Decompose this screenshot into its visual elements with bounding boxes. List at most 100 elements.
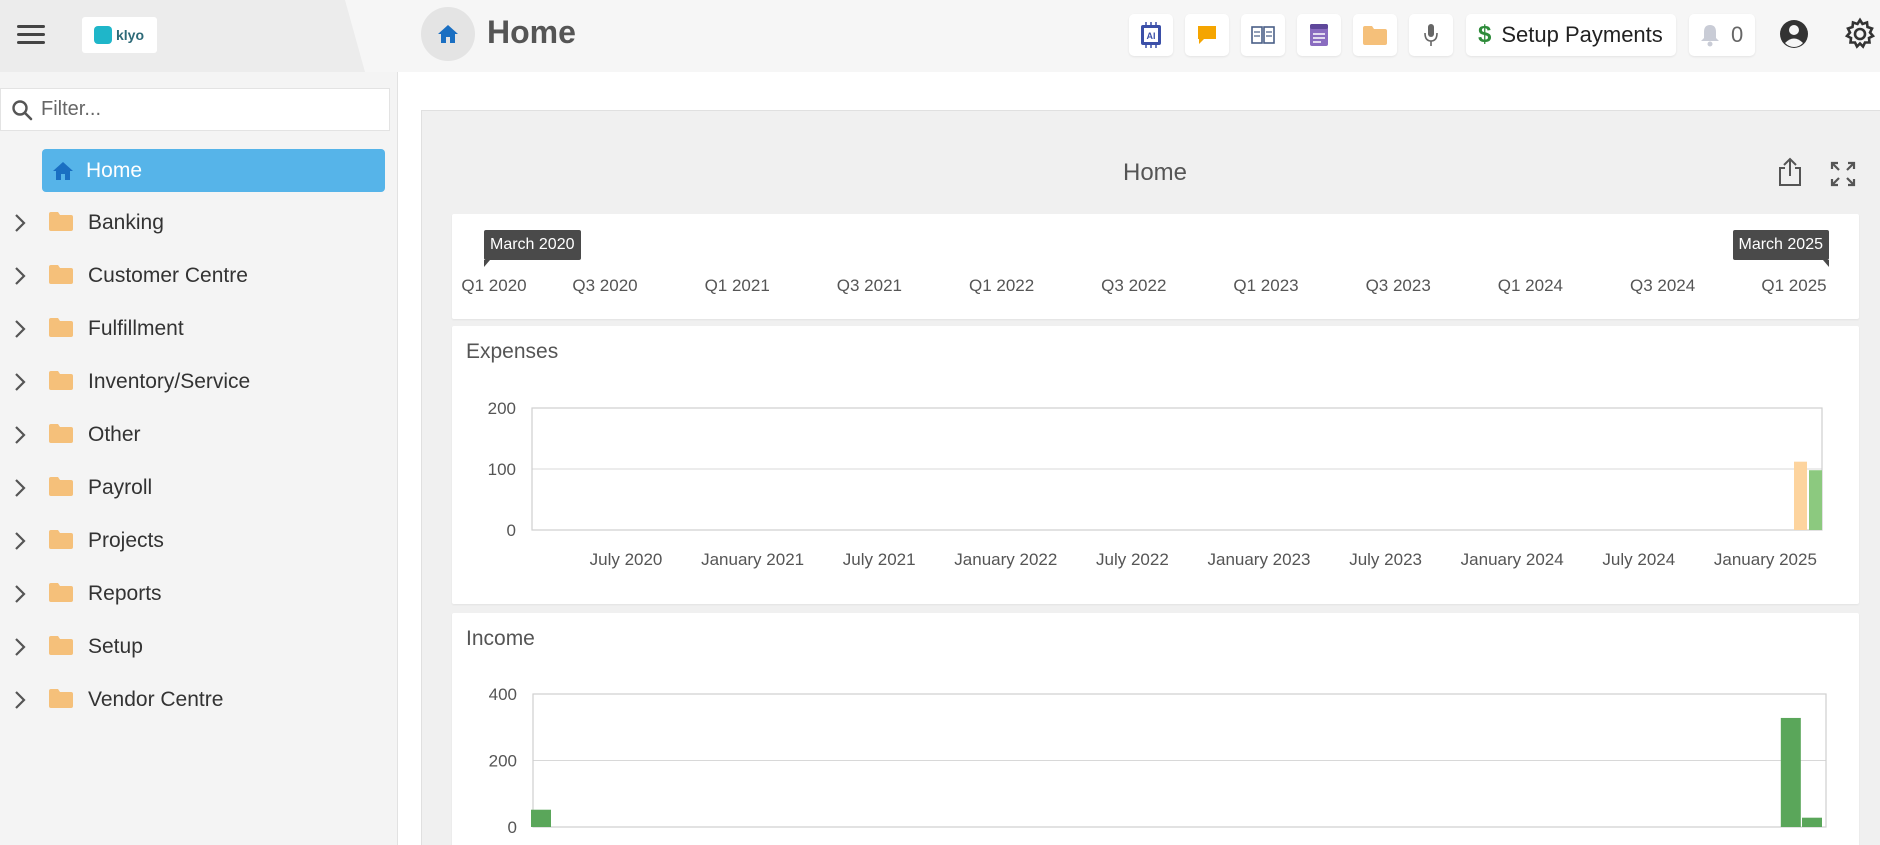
timeline-label: Q3 2021: [836, 276, 903, 295]
folder-button[interactable]: [1353, 14, 1397, 56]
page-title: Home: [487, 14, 576, 50]
range-end-handle[interactable]: March 2025: [1732, 230, 1829, 267]
chevron-right-icon[interactable]: [0, 627, 40, 667]
folder-icon: [48, 263, 74, 290]
sidebar-item-banking[interactable]: Banking: [0, 203, 398, 243]
svg-text:AI: AI: [1147, 31, 1156, 41]
fullscreen-icon[interactable]: [1830, 161, 1856, 192]
folder-icon: [48, 316, 74, 343]
sidebar-item-payroll[interactable]: Payroll: [0, 468, 398, 508]
timeline-label: Q1 2020: [461, 276, 527, 295]
sidebar-item-vendor-centre[interactable]: Vendor Centre: [0, 680, 398, 720]
chevron-right-icon[interactable]: [0, 256, 40, 296]
folder-icon: [48, 422, 74, 449]
sidebar-item-other[interactable]: Other: [0, 415, 398, 455]
logo-text: klyo: [116, 27, 145, 43]
y-tick-label: 0: [508, 818, 517, 837]
range-start-handle[interactable]: March 2020: [484, 230, 581, 267]
bell-icon: [1701, 25, 1719, 47]
timeline-label: Q3 2023: [1365, 276, 1431, 295]
folder-icon: [48, 475, 74, 502]
sidebar-item-label: Projects: [88, 529, 164, 552]
x-tick-label: January 2025: [1714, 550, 1817, 569]
bar[interactable]: [1809, 470, 1822, 530]
sidebar-item-label: Reports: [88, 582, 162, 605]
logo[interactable]: klyo: [82, 17, 157, 53]
y-tick-label: 400: [489, 685, 517, 704]
notes-button[interactable]: [1297, 14, 1341, 56]
x-tick-label: January 2022: [954, 550, 1057, 569]
microphone-button[interactable]: [1409, 14, 1453, 56]
x-tick-label: January 2023: [1207, 550, 1310, 569]
bar[interactable]: [1802, 817, 1822, 827]
timeline-label: Q1 2021: [704, 276, 770, 295]
chat-icon: [1198, 26, 1216, 44]
sidebar: Home Banking Customer Centre Fulfillment In…: [0, 72, 398, 845]
chevron-right-icon[interactable]: [0, 309, 40, 349]
ai-chip-icon: AI: [1141, 22, 1161, 48]
chevron-right-icon[interactable]: [0, 680, 40, 720]
home-button[interactable]: [421, 7, 475, 61]
share-icon[interactable]: [1776, 157, 1804, 192]
bar[interactable]: [1780, 717, 1801, 827]
income-chart: 0 200 400: [489, 685, 1827, 837]
sidebar-item-label: Customer Centre: [88, 264, 248, 287]
logo-mark-icon: [94, 26, 112, 44]
sidebar-item-home[interactable]: Home: [42, 149, 385, 192]
sidebar-item-fulfillment[interactable]: Fulfillment: [0, 309, 398, 349]
book-button[interactable]: [1241, 14, 1285, 56]
bar[interactable]: [531, 809, 551, 827]
chevron-right-icon[interactable]: [0, 362, 40, 402]
sidebar-item-setup[interactable]: Setup: [0, 627, 398, 667]
timeline-label: Q1 2025: [1761, 276, 1827, 295]
chevron-right-icon[interactable]: [0, 203, 40, 243]
sidebar-item-label: Other: [88, 423, 141, 446]
filter-box: [0, 88, 390, 131]
sidebar-item-inventory-service[interactable]: Inventory/Service: [0, 362, 398, 402]
x-tick-label: July 2022: [1096, 550, 1169, 569]
dollar-icon: $: [1478, 21, 1492, 48]
sidebar-item-label: Setup: [88, 635, 143, 658]
timeline-label: Q1 2024: [1497, 276, 1564, 295]
filter-input[interactable]: [41, 98, 371, 121]
folder-icon: [48, 210, 74, 237]
notifications-button[interactable]: 0: [1689, 14, 1755, 56]
y-tick-label: 200: [489, 752, 517, 771]
x-tick-label: July 2023: [1349, 550, 1422, 569]
sidebar-item-label: Banking: [88, 211, 164, 234]
y-tick-label: 0: [507, 521, 516, 540]
sidebar-item-projects[interactable]: Projects: [0, 521, 398, 561]
setup-payments-button[interactable]: $ Setup Payments: [1466, 14, 1676, 56]
x-tick-label: January 2021: [701, 550, 804, 569]
timeline-label: Q1 2022: [968, 276, 1035, 295]
sidebar-item-customer-centre[interactable]: Customer Centre: [0, 256, 398, 296]
gear-icon[interactable]: [1843, 17, 1877, 56]
chat-button[interactable]: [1185, 14, 1229, 56]
top-bar: klyo Home AI $ Setup Payments 0: [0, 0, 1880, 72]
expenses-chart: 0 100 200 July 2020 January 2021 July 2021 Jan…: [488, 399, 1823, 569]
timeline-label: Q3 2024: [1629, 276, 1696, 295]
timeline-label: Q3 2022: [1101, 276, 1167, 295]
sidebar-item-label: Vendor Centre: [88, 688, 224, 711]
dashboard-panel: Home March 2020 March 2025 Q1 2020 Q3 202…: [421, 110, 1880, 845]
notification-count: 0: [1731, 22, 1744, 47]
x-tick-label: July 2021: [843, 550, 916, 569]
menu-icon[interactable]: [14, 22, 48, 48]
y-tick-label: 200: [488, 399, 516, 418]
sidebar-item-label: Fulfillment: [88, 317, 184, 340]
bar[interactable]: [1794, 461, 1807, 530]
home-icon: [438, 25, 458, 43]
chevron-right-icon[interactable]: [0, 521, 40, 561]
date-range-slider[interactable]: March 2020 March 2025 Q1 2020 Q3 2020 Q1 2…: [452, 214, 1859, 319]
sidebar-item-reports[interactable]: Reports: [0, 574, 398, 614]
timeline-axis: Q1 2020 Q3 2020 Q1 2021 Q3 2021 Q1 2022 Q3 20…: [452, 276, 1859, 300]
search-icon: [12, 99, 33, 120]
chevron-right-icon[interactable]: [0, 415, 40, 455]
chevron-right-icon[interactable]: [0, 468, 40, 508]
chevron-right-icon[interactable]: [0, 574, 40, 614]
ai-button[interactable]: AI: [1129, 14, 1173, 56]
income-chart-card: Income 0 200 400: [452, 613, 1859, 845]
user-icon[interactable]: [1779, 19, 1809, 54]
folder-icon: [48, 581, 74, 608]
setup-payments-label: Setup Payments: [1501, 22, 1663, 47]
